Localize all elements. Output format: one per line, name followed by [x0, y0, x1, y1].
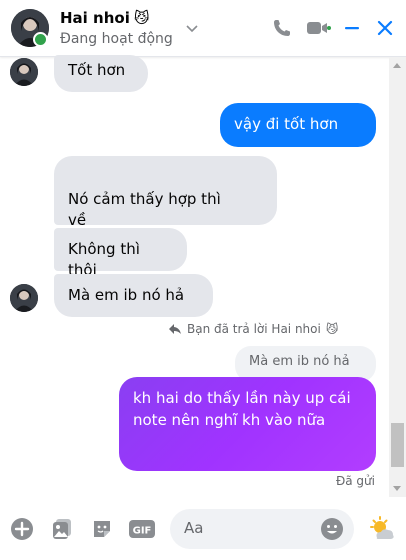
contact-avatar-small[interactable]	[10, 58, 38, 86]
reply-arrow-icon	[169, 324, 181, 334]
emoji-icon[interactable]	[320, 517, 344, 541]
contact-name[interactable]: Hai nhoi 😼	[60, 9, 173, 27]
chevron-down-icon[interactable]	[184, 20, 200, 36]
message-text: vậy đi tốt hơn	[234, 115, 339, 133]
online-indicator	[33, 32, 48, 47]
scrollbar[interactable]	[389, 57, 406, 497]
chat-header: Hai nhoi 😼 Đang hoạt động	[0, 0, 406, 57]
scroll-thumb[interactable]	[391, 423, 404, 467]
contact-avatar-small[interactable]	[10, 284, 38, 312]
message-text: kh hai do thấy lần này up cái note nên n…	[133, 389, 351, 429]
message-input[interactable]: Aa	[170, 509, 354, 549]
plus-icon[interactable]	[10, 517, 34, 541]
message-text: Nó cảm thấy hợp thì về	[68, 190, 221, 229]
svg-text:GIF: GIF	[133, 526, 152, 537]
cat-emoji-icon: 😼	[325, 322, 339, 336]
message-text: Mà em ib nó hả	[68, 286, 185, 304]
message-text: Tốt hơn	[68, 61, 126, 79]
message-bubble-own-reply[interactable]: kh hai do thấy lần này up cái note nên n…	[119, 377, 376, 471]
reply-note: Bạn đã trả lời Hai nhoi 😼	[168, 322, 338, 336]
quoted-text: Mà em ib nó hả	[249, 354, 350, 369]
phone-icon[interactable]	[271, 17, 293, 39]
close-icon[interactable]	[374, 17, 396, 39]
image-icon[interactable]	[50, 517, 74, 541]
message-bubble[interactable]: Mà em ib nó hả	[54, 274, 213, 317]
active-status: Đang hoạt động	[60, 31, 173, 47]
minimize-icon[interactable]	[341, 17, 363, 39]
message-bubble[interactable]: Tốt hơn	[54, 55, 148, 92]
message-input-placeholder: Aa	[184, 519, 204, 537]
sent-status: Đã gửi	[335, 474, 375, 488]
contact-name-text: Hai nhoi	[60, 9, 130, 27]
message-bubble[interactable]: Không thì thôi	[54, 228, 187, 279]
contact-info[interactable]: Hai nhoi 😼 Đang hoạt động	[60, 9, 173, 47]
message-bubble[interactable]: Nó cảm thấy hợp thì về	[54, 156, 277, 229]
gif-icon[interactable]: GIF	[128, 517, 156, 541]
quick-reaction-icon[interactable]	[368, 515, 396, 543]
video-icon[interactable]	[305, 17, 331, 39]
sticker-icon[interactable]	[90, 517, 114, 541]
cat-emoji-icon: 😼	[133, 9, 150, 27]
scroll-up-arrow[interactable]	[393, 63, 401, 68]
scroll-down-arrow[interactable]	[393, 486, 401, 491]
reply-note-text: Bạn đã trả lời Hai nhoi	[187, 322, 321, 336]
message-bubble-own[interactable]: vậy đi tốt hơn	[220, 103, 376, 147]
